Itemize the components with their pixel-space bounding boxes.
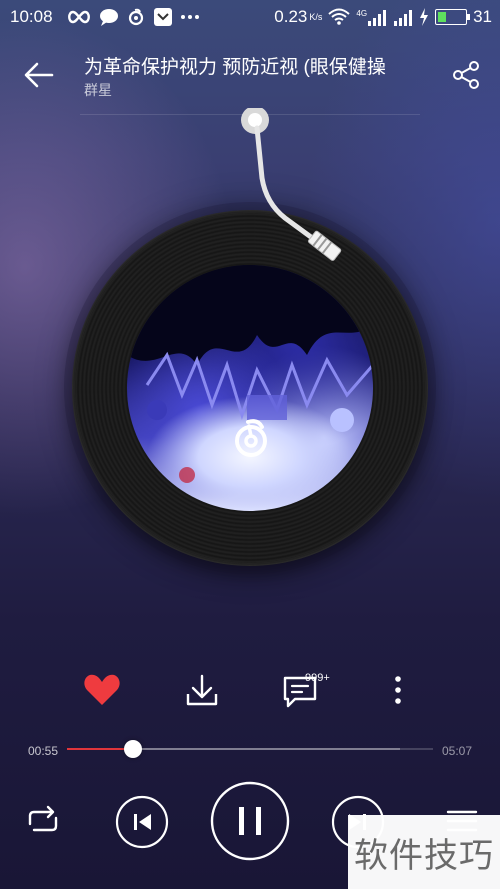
heart-icon[interactable] — [82, 670, 122, 710]
status-right: 0.23 K/s 4G 31 — [274, 7, 492, 27]
signal-icon-1 — [368, 10, 387, 26]
battery-percent: 31 — [473, 7, 492, 26]
share-icon[interactable] — [452, 60, 482, 90]
album-cover — [127, 265, 373, 511]
comment-count-badge: 999+ — [305, 672, 330, 684]
download-icon[interactable] — [182, 670, 222, 710]
progress-thumb[interactable] — [123, 740, 142, 758]
tonearm-icon — [241, 108, 342, 261]
signal-icon-2 — [394, 10, 413, 26]
net-speed: 0.23 — [274, 7, 308, 26]
network-type: 4G — [356, 8, 368, 18]
progress-played — [67, 748, 133, 750]
infinity-icon — [68, 10, 90, 24]
chat-icon — [100, 9, 118, 26]
status-time: 10:08 — [10, 7, 53, 26]
wifi-icon — [328, 8, 351, 25]
artist-name[interactable]: 群星 — [84, 80, 112, 100]
pause-icon[interactable] — [209, 780, 291, 862]
song-title: 为革命保护视力 预防近视 (眼保健操 — [84, 57, 386, 78]
repeat-icon[interactable] — [22, 802, 64, 840]
charging-icon — [420, 8, 429, 26]
back-arrow-icon[interactable] — [22, 58, 56, 92]
current-time: 00:55 — [28, 744, 59, 758]
previous-icon[interactable] — [114, 794, 170, 850]
netease-icon — [128, 8, 144, 26]
app-notification-icon — [154, 8, 172, 26]
progress-track[interactable] — [67, 748, 433, 750]
album-art — [127, 265, 373, 483]
app-logo-icon — [235, 419, 267, 457]
battery-icon — [435, 9, 471, 25]
more-dots-icon — [181, 15, 199, 19]
net-speed-unit: K/s — [309, 12, 323, 22]
more-icon[interactable] — [378, 670, 418, 710]
status-bar: 10:08 0.23 K/s 4G 31 — [0, 0, 500, 34]
watermark: 软件技巧 — [348, 815, 500, 889]
total-time: 05:07 — [442, 744, 473, 758]
